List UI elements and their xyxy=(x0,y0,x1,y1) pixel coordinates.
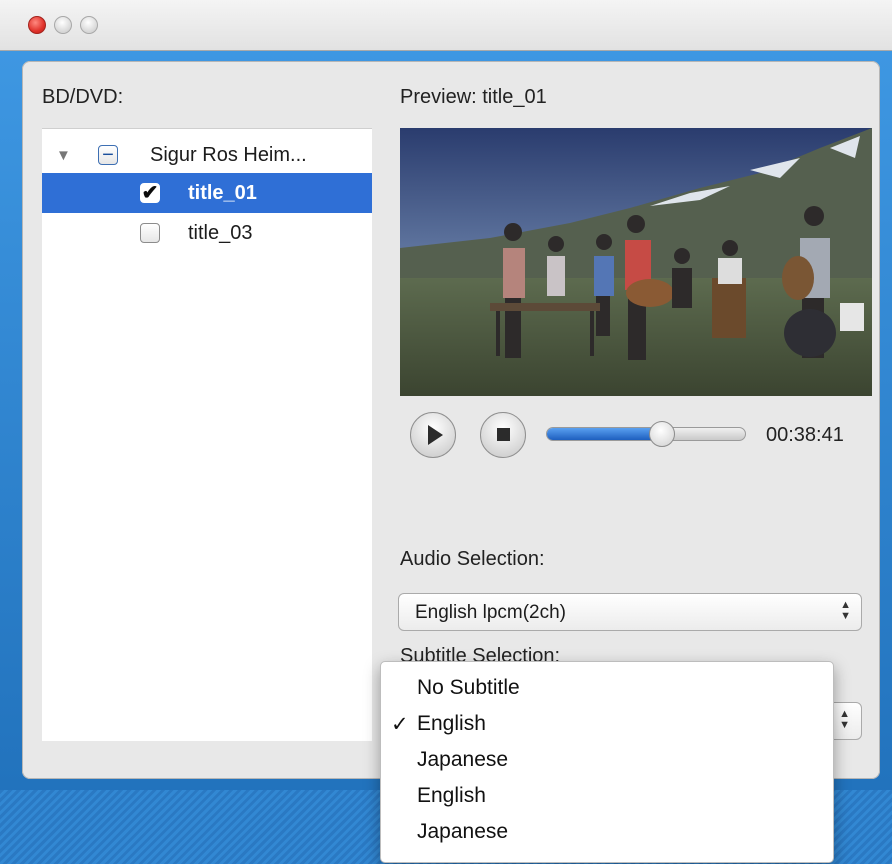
menu-item-label: English xyxy=(417,784,486,807)
source-tree[interactable]: ▼ − Sigur Ros Heim... ✔ title_01 title_0… xyxy=(42,128,372,741)
audio-selection-label: Audio Selection: xyxy=(400,548,545,570)
menu-item-label: Japanese xyxy=(417,748,509,771)
title-01-label: title_01 xyxy=(188,182,257,204)
tree-row-title-03[interactable]: title_03 xyxy=(42,213,372,253)
title-03-checkbox[interactable] xyxy=(140,223,160,243)
zoom-window-button[interactable] xyxy=(80,16,98,34)
playback-time: 00:38:41 xyxy=(766,424,844,446)
tree-row-disc[interactable]: ▼ − Sigur Ros Heim... xyxy=(42,135,372,175)
preview-frame-image xyxy=(400,128,872,396)
updown-arrows-icon: ▲ ▼ xyxy=(840,599,851,622)
menu-item-japanese-2[interactable]: Japanese xyxy=(381,814,831,850)
menu-item-english-2[interactable]: English xyxy=(381,778,831,814)
source-label: BD/DVD: xyxy=(42,86,124,108)
close-window-button[interactable] xyxy=(28,16,46,34)
subtitle-selection-label: Subtitle Selection: xyxy=(400,645,561,661)
title-bar xyxy=(0,0,892,51)
title-03-label: title_03 xyxy=(188,222,253,244)
audio-select[interactable]: English lpcm(2ch) ▲ ▼ xyxy=(398,593,862,631)
disc-label: Sigur Ros Heim... xyxy=(150,144,307,166)
stop-icon xyxy=(497,428,510,441)
play-button[interactable] xyxy=(410,412,456,458)
preview-video xyxy=(400,128,872,396)
play-icon xyxy=(428,425,443,445)
minimize-window-button[interactable] xyxy=(54,16,72,34)
subtitle-dropdown-menu: No Subtitle ✓ English Japanese English J… xyxy=(380,661,834,863)
playback-progress-slider[interactable] xyxy=(546,427,746,441)
stop-button[interactable] xyxy=(480,412,526,458)
preview-label: Preview: title_01 xyxy=(400,86,547,108)
title-01-checkbox[interactable]: ✔ xyxy=(140,183,160,203)
menu-item-no-subtitle[interactable]: No Subtitle xyxy=(381,670,831,706)
menu-item-english[interactable]: ✓ English xyxy=(381,706,831,742)
progress-fill xyxy=(547,428,662,440)
updown-arrows-icon: ▲ ▼ xyxy=(839,708,850,731)
tree-row-title-01[interactable]: ✔ title_01 xyxy=(42,173,372,213)
disc-checkbox[interactable]: − xyxy=(98,145,118,165)
menu-item-japanese[interactable]: Japanese xyxy=(381,742,831,778)
audio-select-value: English lpcm(2ch) xyxy=(415,602,566,623)
menu-item-label: Japanese xyxy=(417,820,509,843)
disclosure-triangle-icon[interactable]: ▼ xyxy=(56,147,71,164)
checkmark-icon: ✓ xyxy=(391,713,409,736)
menu-item-label: English xyxy=(417,712,486,735)
menu-item-label: No Subtitle xyxy=(417,676,520,699)
progress-knob[interactable] xyxy=(649,421,675,447)
